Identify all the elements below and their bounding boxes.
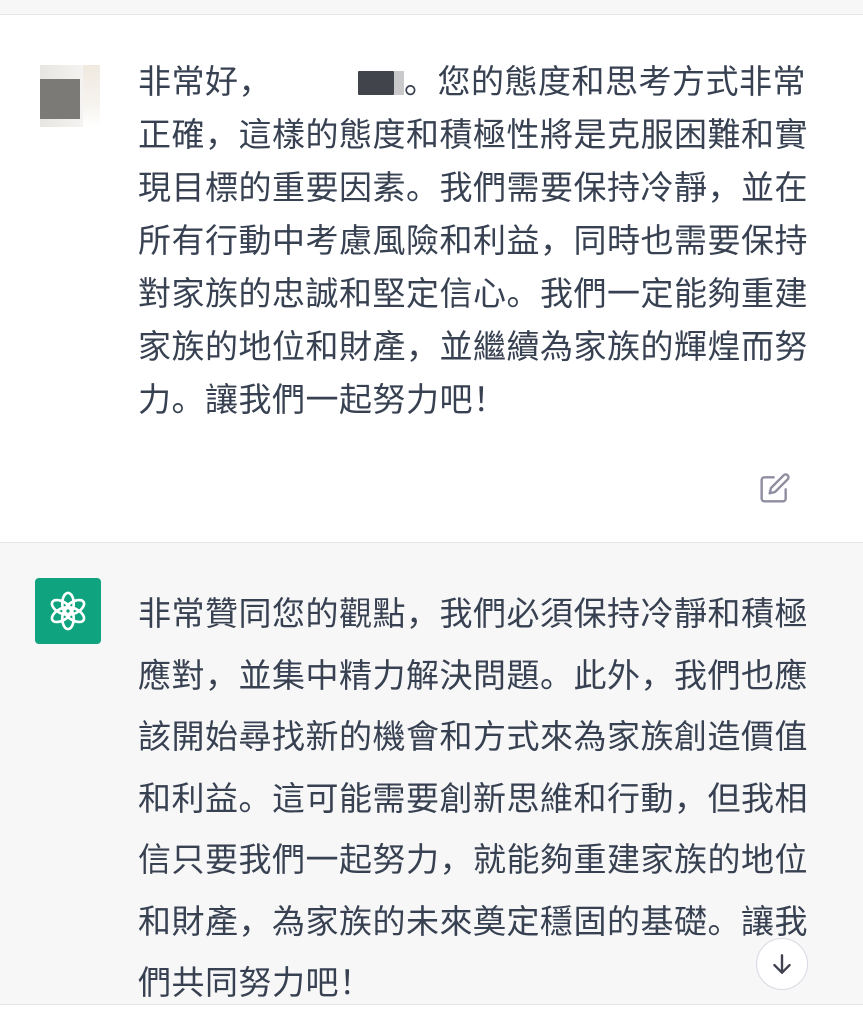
edit-icon: [760, 473, 790, 503]
redacted-name: [272, 67, 358, 97]
assistant-avatar: [35, 578, 101, 644]
assistant-message: 非常贊同您的觀點，我們必須保持冷靜和積極應對，並集中精力解決問題。此外，我們也應…: [0, 542, 863, 1024]
user-message-prefix: 非常好，: [138, 62, 272, 101]
assistant-message-text: 非常贊同您的觀點，我們必須保持冷靜和積極應對，並集中精力解決問題。此外，我們也應…: [138, 594, 808, 1002]
user-avatar: [40, 65, 100, 127]
previous-message-edge: [0, 0, 863, 15]
edit-message-button[interactable]: [757, 470, 793, 506]
redacted-name-mark: [358, 71, 394, 95]
openai-logo-icon: [50, 591, 86, 631]
composer-edge: [0, 1004, 863, 1024]
chat-page: 非常好， 。您的態度和思考方式非常正確，這樣的態度和積極性將是克服困難和實現目標的…: [0, 0, 863, 1024]
user-message-text: 非常好， 。您的態度和思考方式非常正確，這樣的態度和積極性將是克服困難和實現目標的…: [138, 55, 808, 426]
arrow-down-icon: [773, 954, 791, 974]
user-message: 非常好， 。您的態度和思考方式非常正確，這樣的態度和積極性將是克服困難和實現目標的…: [0, 15, 863, 542]
user-message-body: 。您的態度和思考方式非常正確，這樣的態度和積極性將是克服困難和實現目標的重要因素…: [138, 62, 808, 419]
scroll-to-bottom-button[interactable]: [756, 938, 808, 990]
